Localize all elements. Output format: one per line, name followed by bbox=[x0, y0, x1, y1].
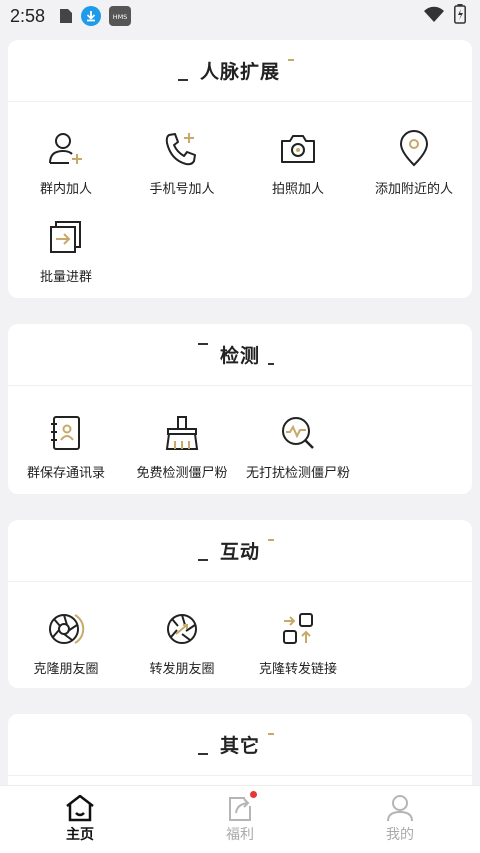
shutter-icon bbox=[49, 614, 85, 644]
hms-icon: HMS bbox=[109, 6, 132, 26]
tab-home[interactable]: 主页 bbox=[0, 786, 160, 853]
location-pin-icon bbox=[399, 130, 429, 167]
tab-label: 福利 bbox=[226, 827, 254, 843]
item-label: 克隆朋友圈 bbox=[33, 662, 99, 677]
tab-benefits[interactable]: 福利 bbox=[160, 786, 320, 853]
item-label: 群内加人 bbox=[39, 182, 92, 197]
item-label: 无打扰检测僵尸粉 bbox=[245, 466, 350, 481]
tab-label: 我的 bbox=[386, 827, 414, 843]
section-header: 检测 bbox=[8, 324, 472, 386]
section-header: 人脉扩展 bbox=[8, 40, 472, 102]
item-label: 批量进群 bbox=[39, 270, 92, 285]
wifi-icon bbox=[424, 6, 444, 26]
main-scroll[interactable]: 人脉扩展 群内加人 手机号加人 拍照加人 添加附近的人 批量进群 检测 群保存通… bbox=[0, 40, 480, 785]
item-label: 添加附近的人 bbox=[374, 182, 453, 197]
group-add-button[interactable]: 群内加人 bbox=[8, 110, 124, 198]
forward-moments-button[interactable]: 转发朋友圈 bbox=[124, 590, 240, 678]
link-grid-icon bbox=[283, 613, 313, 644]
phone-add-button[interactable]: 手机号加人 bbox=[124, 110, 240, 198]
section-header: 互动 bbox=[8, 520, 472, 582]
section-header: 其它 bbox=[8, 714, 472, 776]
silent-detect-button[interactable]: 无打扰检测僵尸粉 bbox=[240, 394, 356, 482]
status-time: 2:58 bbox=[10, 5, 46, 26]
item-label: 转发朋友圈 bbox=[149, 662, 215, 677]
section-network-expansion: 人脉扩展 群内加人 手机号加人 拍照加人 添加附近的人 批量进群 bbox=[8, 40, 472, 298]
tab-label: 主页 bbox=[66, 827, 94, 843]
free-detect-button[interactable]: 免费检测僵尸粉 bbox=[124, 394, 240, 482]
sim-icon bbox=[59, 8, 73, 24]
phone-plus-icon bbox=[165, 133, 196, 166]
section-other: 其它 bbox=[8, 714, 472, 785]
broom-icon bbox=[165, 416, 199, 450]
pulse-search-icon bbox=[282, 417, 314, 449]
notification-badge bbox=[250, 791, 257, 798]
section-title: 其它 bbox=[197, 731, 274, 758]
batch-join-button[interactable]: 批量进群 bbox=[8, 198, 124, 286]
contact-book-icon bbox=[51, 416, 80, 450]
user-icon bbox=[387, 795, 413, 822]
battery-icon bbox=[454, 4, 466, 28]
section-title: 互动 bbox=[197, 537, 274, 564]
item-label: 群保存通讯录 bbox=[26, 466, 105, 481]
item-label: 免费检测僵尸粉 bbox=[136, 466, 228, 481]
item-label: 手机号加人 bbox=[149, 182, 215, 197]
share-icon bbox=[229, 797, 251, 821]
photo-add-button[interactable]: 拍照加人 bbox=[240, 110, 356, 198]
save-contacts-button[interactable]: 群保存通讯录 bbox=[8, 394, 124, 482]
item-label: 拍照加人 bbox=[271, 182, 324, 197]
item-label: 克隆转发链接 bbox=[258, 662, 337, 677]
status-bar: 2:58 HMS bbox=[0, 0, 480, 32]
svg-text:HMS: HMS bbox=[113, 13, 128, 21]
batch-join-icon bbox=[50, 221, 81, 253]
download-icon bbox=[81, 6, 102, 26]
nearby-add-button[interactable]: 添加附近的人 bbox=[356, 110, 472, 198]
bottom-tab-bar: 主页 福利 我的 bbox=[0, 785, 480, 853]
section-title: 检测 bbox=[197, 341, 274, 368]
clone-moments-button[interactable]: 克隆朋友圈 bbox=[8, 590, 124, 678]
camera-icon bbox=[281, 135, 315, 163]
tab-mine[interactable]: 我的 bbox=[320, 786, 480, 853]
shutter-forward-icon bbox=[167, 614, 197, 644]
person-plus-icon bbox=[49, 133, 82, 164]
section-interaction: 互动 克隆朋友圈 转发朋友圈 克隆转发链接 bbox=[8, 520, 472, 688]
clone-link-button[interactable]: 克隆转发链接 bbox=[240, 590, 356, 678]
section-detection: 检测 群保存通讯录 免费检测僵尸粉 无打扰检测僵尸粉 bbox=[8, 324, 472, 494]
home-icon bbox=[66, 794, 94, 822]
section-title: 人脉扩展 bbox=[177, 57, 294, 84]
